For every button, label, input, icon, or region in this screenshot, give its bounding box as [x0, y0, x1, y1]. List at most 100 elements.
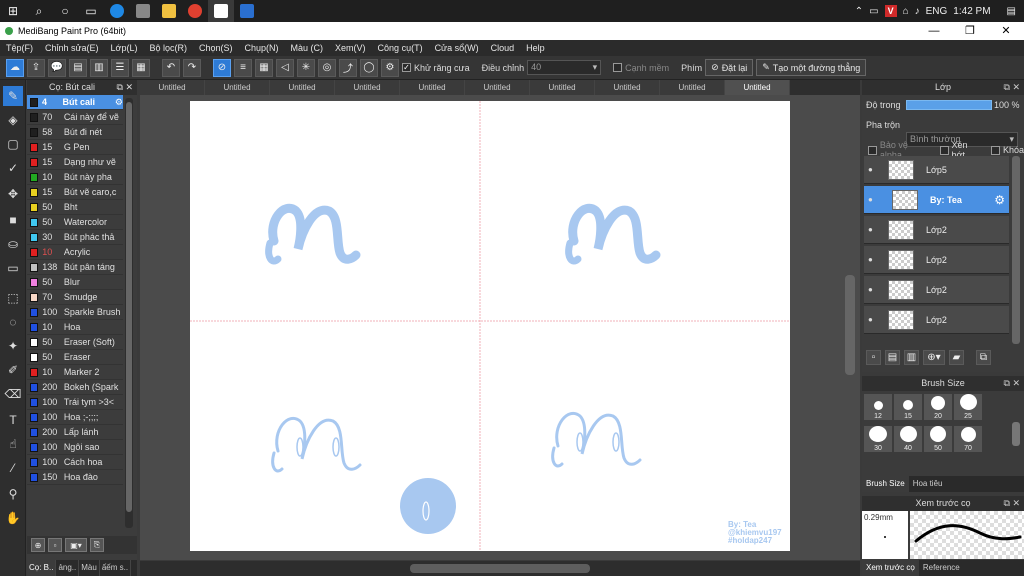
- document-tab[interactable]: Untitled: [725, 80, 790, 95]
- tab-navigator[interactable]: Hoa tiêu: [909, 476, 947, 492]
- minimize-button[interactable]: —: [916, 22, 952, 40]
- tab-brush[interactable]: Cọ: B..: [27, 560, 57, 576]
- fill-rect-tool-icon[interactable]: ■: [3, 210, 23, 230]
- canvas-vscroll-thumb[interactable]: [845, 275, 855, 375]
- brush-settings-icon[interactable]: ▣▾: [65, 538, 87, 552]
- radial-snap-icon[interactable]: ✳: [297, 58, 315, 77]
- brush-size-option[interactable]: 70: [954, 426, 982, 452]
- brush-size-option[interactable]: 20: [924, 394, 952, 420]
- select-tool-icon[interactable]: ⬚: [3, 288, 23, 308]
- document-tab[interactable]: Untitled: [400, 80, 465, 95]
- brush-size-option[interactable]: 12: [864, 394, 892, 420]
- document-tab[interactable]: Untitled: [595, 80, 660, 95]
- make-line-button[interactable]: ✎ Tạo một đường thẳng: [756, 59, 867, 76]
- gear-icon[interactable]: ⚙: [115, 97, 123, 108]
- tab-brush-size[interactable]: Brush Size: [862, 476, 909, 492]
- document-tab[interactable]: Untitled: [335, 80, 400, 95]
- notification-icon[interactable]: ▤: [1007, 6, 1016, 17]
- menu-color[interactable]: Màu (C): [291, 43, 324, 53]
- bucket-tool-icon[interactable]: ⛀: [3, 234, 23, 254]
- brush-item[interactable]: 50 Blur: [27, 275, 123, 290]
- vpn-icon[interactable]: V: [884, 5, 897, 17]
- circle-snap-icon[interactable]: ◎: [318, 58, 336, 77]
- volume-icon[interactable]: ♪: [915, 6, 920, 17]
- layer-scrollbar[interactable]: [1012, 156, 1020, 344]
- canvas-workspace[interactable]: By: Tea @khiemvu197 #holdap247: [140, 95, 860, 560]
- document-icon[interactable]: ▥: [90, 58, 108, 77]
- tab-brush-preview[interactable]: Xem trước cọ: [862, 560, 919, 576]
- menu-help[interactable]: Help: [526, 43, 545, 53]
- brush-item[interactable]: 30 Bút phác thả: [27, 230, 123, 245]
- brush-size-option[interactable]: 40: [894, 426, 922, 452]
- layer-row[interactable]: ● Lớp5: [864, 156, 1009, 184]
- no-snap-icon[interactable]: ⊘: [213, 58, 231, 77]
- panel-close-icon[interactable]: ⧉ ✕: [1004, 496, 1020, 511]
- windows-logo-icon[interactable]: ⊞: [0, 0, 26, 22]
- layer-row[interactable]: ● Lớp2: [864, 306, 1009, 334]
- tab-other[interactable]: ấếm s..: [100, 560, 132, 576]
- antialias-checkbox[interactable]: ✓ Khử răng cưa: [402, 63, 470, 73]
- brush-item[interactable]: 50 Watercolor: [27, 215, 123, 230]
- visibility-icon[interactable]: ●: [868, 195, 878, 204]
- brush-size-option[interactable]: 30: [864, 426, 892, 452]
- select-eraser-icon[interactable]: ⌫: [3, 384, 23, 404]
- file-explorer-icon[interactable]: [156, 0, 182, 22]
- duplicate-layer-icon[interactable]: ⧉: [976, 350, 991, 365]
- search-icon[interactable]: ⌕: [26, 0, 52, 22]
- new-raster-icon[interactable]: ▤: [885, 350, 900, 365]
- divide-tool-icon[interactable]: ⁄: [3, 458, 23, 478]
- redo-icon[interactable]: ↷: [183, 58, 201, 77]
- document-tab[interactable]: Untitled: [465, 80, 530, 95]
- document-tab[interactable]: Untitled: [270, 80, 335, 95]
- folder-icon[interactable]: ▰: [949, 350, 964, 365]
- gear-icon[interactable]: ⚙: [381, 58, 399, 77]
- brush-item[interactable]: 4 Bút cali ⚙: [27, 95, 123, 110]
- medibang-icon[interactable]: [208, 0, 234, 22]
- brush-item[interactable]: 200 Lấp lánh: [27, 425, 123, 440]
- eraser-tool-icon[interactable]: ◈: [3, 110, 23, 130]
- adjust-select[interactable]: 40: [527, 60, 602, 75]
- edge-icon[interactable]: [104, 0, 130, 22]
- menu-layer[interactable]: Lớp(L): [111, 43, 138, 53]
- battery-icon[interactable]: ▭: [869, 6, 878, 17]
- brush-item[interactable]: 15 Bút vẽ caro,c: [27, 185, 123, 200]
- brush-item[interactable]: 138 Bút pân táng: [27, 260, 123, 275]
- reset-button[interactable]: ⊘ Đặt lại: [705, 59, 754, 76]
- text-tool-icon[interactable]: T: [3, 410, 23, 430]
- brush-size-option[interactable]: 15: [894, 394, 922, 420]
- lasso-tool-icon[interactable]: ◌: [3, 312, 23, 332]
- new-layer-icon[interactable]: ▫: [866, 350, 881, 365]
- tab-palette[interactable]: ảng..: [56, 560, 80, 576]
- app-icon[interactable]: [234, 0, 260, 22]
- brush-item[interactable]: 100 Trái tym >3<: [27, 395, 123, 410]
- close-button[interactable]: ✕: [988, 22, 1024, 40]
- menu-capture[interactable]: Chụp(N): [245, 43, 279, 53]
- canvas-hscrollbar[interactable]: [140, 561, 860, 576]
- chevron-up-icon[interactable]: ⌃: [855, 6, 863, 17]
- vanishing-snap-icon[interactable]: ◁: [276, 58, 294, 77]
- ellipse-snap-icon[interactable]: ◯: [360, 58, 378, 77]
- brush-item[interactable]: 15 G Pen: [27, 140, 123, 155]
- add-layer-menu-icon[interactable]: ⊕▾: [923, 350, 945, 365]
- curve-snap-icon[interactable]: ⤴: [339, 58, 357, 77]
- brush-item[interactable]: 70 Cái này để vẽ: [27, 110, 123, 125]
- document-tab[interactable]: Untitled: [140, 80, 205, 95]
- brush-item[interactable]: 10 Acrylic: [27, 245, 123, 260]
- gradient-tool-icon[interactable]: ▭: [3, 258, 23, 278]
- menu-view[interactable]: Xem(V): [335, 43, 366, 53]
- store-icon[interactable]: [130, 0, 156, 22]
- brush-item[interactable]: 100 Hoa ;-;;;;: [27, 410, 123, 425]
- brush-item[interactable]: 50 Bht: [27, 200, 123, 215]
- grid-icon[interactable]: ▦: [132, 58, 150, 77]
- operation-tool-icon[interactable]: ☝: [3, 434, 23, 454]
- new-halftone-icon[interactable]: ▥: [904, 350, 919, 365]
- panel-close-icon[interactable]: ⧉ ✕: [117, 80, 133, 95]
- visibility-icon[interactable]: ●: [868, 255, 878, 264]
- select-pen-icon[interactable]: ✐: [3, 360, 23, 380]
- canvas-hscroll-thumb[interactable]: [410, 564, 590, 573]
- page-icon[interactable]: ▤: [69, 58, 87, 77]
- brush-item[interactable]: 15 Dạng như vẽ: [27, 155, 123, 170]
- layer-row[interactable]: ● By: Tea ⚙: [864, 186, 1009, 214]
- layer-row[interactable]: ● Lớp2: [864, 246, 1009, 274]
- brush-item[interactable]: 50 Eraser (Soft): [27, 335, 123, 350]
